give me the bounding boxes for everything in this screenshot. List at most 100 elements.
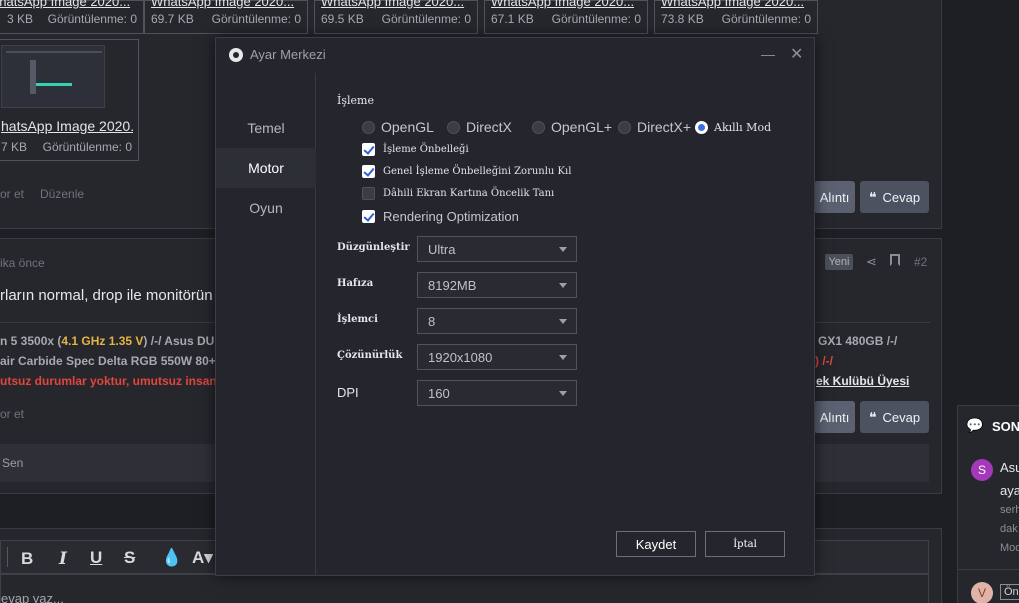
attachment-card[interactable]: WhatsApp Image 2020... 69.5 KB Görüntüle… xyxy=(314,0,478,34)
color-icon[interactable]: 💧 xyxy=(161,548,182,568)
report-link[interactable]: or et xyxy=(0,187,24,201)
radio-circle-selected[interactable] xyxy=(695,120,708,134)
report-link[interactable]: or et xyxy=(0,407,24,421)
title-bar[interactable]: Ayar Merkezi — ✕ xyxy=(216,38,814,72)
edit-link[interactable]: Düzenle xyxy=(40,187,84,201)
divider xyxy=(958,569,1019,570)
attachment-thumbnail[interactable] xyxy=(1,45,105,108)
signature-line-2-right: ) /-/ xyxy=(815,354,833,368)
check-render-cache[interactable]: İşleme Önbelleği xyxy=(362,141,469,157)
reaction-user[interactable]: Sen xyxy=(2,456,23,470)
radio-label: Akıllı Mod xyxy=(714,120,772,134)
radio-smart-mode[interactable]: Akıllı Mod xyxy=(695,118,771,136)
reply-button[interactable]: ❝ Cevap xyxy=(860,181,929,213)
club-link[interactable]: ek Kulübü Üyesi xyxy=(816,374,909,388)
attachment-title[interactable]: WhatsApp Image 2020... xyxy=(321,0,473,9)
attachment-title[interactable]: WhatsApp Image 2020... xyxy=(151,0,303,9)
latest-heading: SON xyxy=(992,419,1019,434)
share-icon[interactable]: ⋖ xyxy=(866,254,877,270)
quote-button[interactable]: Alıntı xyxy=(814,401,855,433)
select-memory[interactable]: 8192MB xyxy=(417,272,577,298)
italic-icon[interactable]: I xyxy=(59,549,67,569)
radio-circle[interactable] xyxy=(618,120,631,134)
attachment-card[interactable]: WhatsApp Image 2020... 67.1 KB Görüntüle… xyxy=(484,0,648,34)
field-label-resolution: Çözünürlük xyxy=(337,350,403,361)
radio-circle[interactable] xyxy=(362,120,375,134)
attachment-title[interactable]: WhatsApp Image 2020... xyxy=(661,0,813,9)
select-resolution[interactable]: 1920x1080 xyxy=(417,344,577,370)
minimize-icon[interactable]: — xyxy=(761,46,775,62)
field-label-dpi: DPI xyxy=(337,385,359,400)
editor-input[interactable]: evap yaz... xyxy=(0,574,929,603)
editor-placeholder: evap yaz... xyxy=(1,591,64,603)
checkbox-checked[interactable] xyxy=(362,209,375,223)
attachment-views: Görüntülenme: 0 xyxy=(381,12,471,26)
radio-circle[interactable] xyxy=(447,120,460,134)
quote-label: Alıntı xyxy=(819,409,850,425)
radio-directx[interactable]: DirectX xyxy=(447,118,512,136)
attachment-title[interactable]: hatsApp Image 2020... xyxy=(1,118,133,134)
quote-label: Alıntı xyxy=(819,189,850,205)
post-time[interactable]: ika önce xyxy=(0,256,45,270)
bold-icon[interactable]: B xyxy=(21,549,33,569)
check-rendering-optimization[interactable]: Rendering Optimization xyxy=(362,208,519,224)
nav-item-oyun[interactable]: Oyun xyxy=(216,188,316,228)
chevron-down-icon xyxy=(559,283,567,288)
settings-nav: Temel Motor Oyun xyxy=(216,73,316,576)
attachment-title[interactable]: WhatsApp Image 2020... xyxy=(491,0,643,9)
prefix-tag: Ön xyxy=(1000,584,1019,600)
rendering-section-label: İşleme xyxy=(337,94,374,107)
check-integrated-gpu[interactable]: Dâhili Ekran Kartına Öncelik Tanı xyxy=(362,185,554,201)
attachment-views: Görüntülenme: 0 xyxy=(211,12,301,26)
radio-opengl[interactable]: OpenGL xyxy=(362,118,434,136)
reply-button[interactable]: ❝ Cevap xyxy=(860,401,929,433)
select-cpu[interactable]: 8 xyxy=(417,308,577,334)
checkbox-checked[interactable] xyxy=(362,142,375,156)
cancel-button[interactable]: İptal xyxy=(705,531,785,557)
checkbox-label: Genel İşleme Önbelleğini Zorunlu Kıl xyxy=(383,165,572,177)
check-force-global-cache[interactable]: Genel İşleme Önbelleğini Zorunlu Kıl xyxy=(362,163,571,179)
thread-author[interactable]: serh xyxy=(1000,504,1019,516)
radio-label: OpenGL+ xyxy=(551,119,613,135)
attachment-size: 3 KB xyxy=(7,12,34,26)
attachment-card[interactable]: WhatsApp Image 2020... 69.7 KB Görüntüle… xyxy=(144,0,308,34)
post-number[interactable]: #2 xyxy=(914,255,927,269)
save-button[interactable]: Kaydet xyxy=(616,531,696,557)
thread-forum[interactable]: Mod xyxy=(1000,542,1019,554)
radio-directx-plus[interactable]: DirectX+ xyxy=(618,118,691,136)
quote-button[interactable]: Alıntı xyxy=(814,181,855,213)
select-value: Ultra xyxy=(428,242,456,257)
nav-item-temel[interactable]: Temel xyxy=(216,108,316,148)
select-antialias[interactable]: Ultra xyxy=(417,236,577,262)
avatar[interactable]: V xyxy=(971,582,993,603)
signature-line-1-right: GX1 480GB /-/ xyxy=(818,334,898,348)
post-body: rların normal, drop ile monitörün xyxy=(0,287,213,304)
nav-item-motor[interactable]: Motor xyxy=(216,148,316,188)
thread-title-line2[interactable]: aya xyxy=(1000,483,1019,498)
attachment-card-image[interactable]: hatsApp Image 2020... 7 KB Görüntülenme:… xyxy=(0,39,139,161)
nav-label: Temel xyxy=(247,120,285,136)
select-dpi[interactable]: 160 xyxy=(417,380,577,406)
select-value: 8 xyxy=(428,314,436,329)
nav-label: Motor xyxy=(248,160,284,176)
underline-icon[interactable]: U xyxy=(90,548,102,568)
thread-title[interactable]: Asu xyxy=(1000,460,1019,475)
attachment-card[interactable]: WhatsApp Image 2020... 73.8 KB Görüntüle… xyxy=(654,0,818,34)
field-label-memory: Hafıza xyxy=(337,278,374,289)
new-badge: Yeni xyxy=(825,254,853,270)
strikethrough-icon[interactable]: S xyxy=(124,548,135,568)
thread-time: dak xyxy=(1000,523,1018,535)
close-icon[interactable]: ✕ xyxy=(790,44,803,64)
latest-posts-panel: 💬 SON S Asu aya serh dak Mod V Ön xyxy=(957,405,1019,603)
radio-label: DirectX xyxy=(466,119,512,135)
radio-opengl-plus[interactable]: OpenGL+ xyxy=(532,118,612,136)
checkbox-checked[interactable] xyxy=(362,164,375,178)
font-size-icon[interactable]: A▾ xyxy=(192,548,213,568)
attachment-card[interactable]: WhatsApp Image 2020... 3 KB Görüntülenme… xyxy=(0,0,144,34)
checkbox-unchecked[interactable] xyxy=(362,186,375,200)
avatar[interactable]: S xyxy=(971,459,993,481)
bookmark-icon[interactable] xyxy=(890,254,900,266)
attachment-size: 7 KB xyxy=(1,140,28,154)
radio-circle[interactable] xyxy=(532,120,545,134)
attachment-title[interactable]: WhatsApp Image 2020... xyxy=(0,0,139,9)
